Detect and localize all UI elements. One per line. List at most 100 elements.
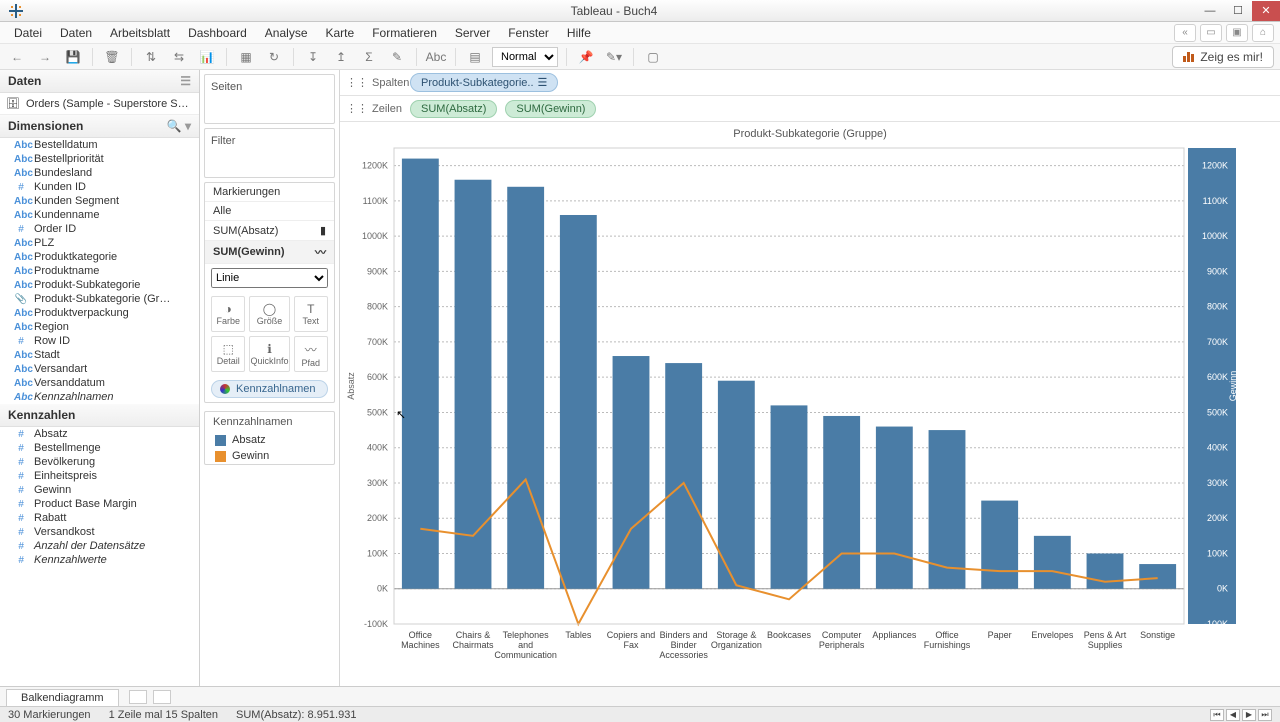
maximize-button[interactable]: ☐ [1224, 1, 1252, 21]
field-bestelldatum[interactable]: AbcBestelldatum [0, 138, 199, 152]
nav-first[interactable]: ⏮ [1210, 709, 1224, 721]
field-produktkategorie[interactable]: AbcProduktkategorie [0, 250, 199, 264]
labels-icon[interactable]: Abc [425, 47, 447, 67]
marks-all[interactable]: Alle [205, 202, 334, 221]
highlight-icon[interactable]: ✎ [386, 47, 408, 67]
fit-icon[interactable]: ▤ [464, 47, 486, 67]
format-icon[interactable]: ✎▾ [603, 47, 625, 67]
marks-measure-2[interactable]: SUM(Gewinn)〰 [205, 241, 334, 264]
mark-type-select[interactable]: Linie [211, 268, 328, 288]
data-source[interactable]: 🗄 Orders (Sample - Superstore S… [0, 93, 199, 115]
field-bestellmenge[interactable]: #Bestellmenge [0, 441, 199, 455]
field-produktname[interactable]: AbcProduktname [0, 264, 199, 278]
menu-daten[interactable]: Daten [52, 24, 100, 42]
chart[interactable]: 1200K1100K1000K900K800K700K600K500K400K3… [340, 142, 1280, 686]
field-bundesland[interactable]: AbcBundesland [0, 166, 199, 180]
mark-btn-pfad[interactable]: 〰Pfad [294, 336, 328, 372]
rows-pill-1[interactable]: SUM(Absatz) [410, 100, 497, 118]
new-dashboard-button[interactable] [153, 690, 171, 704]
toolbar-home-icon[interactable]: ⌂ [1252, 24, 1274, 42]
pages-shelf[interactable]: Seiten [204, 74, 335, 124]
field-versandkost[interactable]: #Versandkost [0, 525, 199, 539]
field-versanddatum[interactable]: AbcVersanddatum [0, 376, 199, 390]
toolbar-folder-icon[interactable]: ▣ [1226, 24, 1248, 42]
mark-btn-quickinfo[interactable]: ℹQuickInfo [249, 336, 289, 372]
save-button[interactable]: 💾 [62, 47, 84, 67]
menu-formatieren[interactable]: Formatieren [364, 24, 445, 42]
group-icon[interactable]: ▦ [235, 47, 257, 67]
field-anzahl-der-datens-tze[interactable]: #Anzahl der Datensätze [0, 539, 199, 553]
columns-shelf[interactable]: ⋮⋮Spalten Produkt-Subkategorie..☰ [340, 70, 1280, 96]
field-produkt-subkategorie[interactable]: AbcProdukt-Subkategorie [0, 278, 199, 292]
svg-text:1200K: 1200K [1202, 161, 1228, 171]
menu-analyse[interactable]: Analyse [257, 24, 316, 42]
field-plz[interactable]: AbcPLZ [0, 236, 199, 250]
field-gewinn[interactable]: #Gewinn [0, 483, 199, 497]
menu-arbeitsblatt[interactable]: Arbeitsblatt [102, 24, 178, 42]
rows-shelf[interactable]: ⋮⋮Zeilen SUM(Absatz) SUM(Gewinn) [340, 96, 1280, 122]
fit-select[interactable]: Normal [492, 47, 558, 67]
menu-dashboard[interactable]: Dashboard [180, 24, 255, 42]
pivot-icon[interactable]: ⇆ [168, 47, 190, 67]
nav-next[interactable]: ▶ [1242, 709, 1256, 721]
field-kunden-id[interactable]: #Kunden ID [0, 180, 199, 194]
filter-shelf[interactable]: Filter [204, 128, 335, 178]
field-bestellpriorit-t[interactable]: AbcBestellpriorität [0, 152, 199, 166]
field-kennzahlwerte[interactable]: #Kennzahlwerte [0, 553, 199, 567]
field-einheitspreis[interactable]: #Einheitspreis [0, 469, 199, 483]
data-pane: Daten☰ 🗄 Orders (Sample - Superstore S… … [0, 70, 200, 686]
swap-icon[interactable]: 📊 [196, 47, 218, 67]
menu-karte[interactable]: Karte [318, 24, 363, 42]
close-button[interactable]: ✕ [1252, 1, 1280, 21]
menu-datei[interactable]: Datei [6, 24, 50, 42]
field-bev-lkerung[interactable]: #Bevölkerung [0, 455, 199, 469]
app-icon [6, 1, 26, 21]
mark-btn-detail[interactable]: ⬚Detail [211, 336, 245, 372]
field-versandart[interactable]: AbcVersandart [0, 362, 199, 376]
field-rabatt[interactable]: #Rabatt [0, 511, 199, 525]
nav-last[interactable]: ⏭ [1258, 709, 1272, 721]
toolbar-expand-arrow-icon[interactable]: « [1174, 24, 1196, 42]
mark-btn-farbe[interactable]: ◑Farbe [211, 296, 245, 332]
field-produktverpackung[interactable]: AbcProduktverpackung [0, 306, 199, 320]
legend-item-gewinn[interactable]: Gewinn [205, 448, 334, 464]
status-marks: 30 Markierungen [8, 709, 91, 721]
field-stadt[interactable]: AbcStadt [0, 348, 199, 362]
sort-desc-icon[interactable]: ↥ [330, 47, 352, 67]
new-datasource-icon[interactable]: ⇅ [140, 47, 162, 67]
field-kundenname[interactable]: AbcKundenname [0, 208, 199, 222]
nav-prev[interactable]: ◀ [1226, 709, 1240, 721]
mark-btn-größe[interactable]: ◯Größe [249, 296, 289, 332]
clear-button[interactable]: 🗑 [101, 47, 123, 67]
menu-fenster[interactable]: Fenster [500, 24, 557, 42]
marks-color-pill[interactable]: Kennzahlnamen [211, 380, 328, 398]
pin-icon[interactable]: 📌 [575, 47, 597, 67]
mark-btn-text[interactable]: TText [294, 296, 328, 332]
sort-asc-icon[interactable]: ↧ [302, 47, 324, 67]
field-produkt-subkategorie-gr-[interactable]: 📎Produkt-Subkategorie (Gr… [0, 292, 199, 306]
menu-server[interactable]: Server [447, 24, 498, 42]
field-kunden-segment[interactable]: AbcKunden Segment [0, 194, 199, 208]
forward-button[interactable]: → [34, 47, 56, 67]
totals-icon[interactable]: Σ [358, 47, 380, 67]
marks-measure-1[interactable]: SUM(Absatz)▮ [205, 221, 334, 241]
minimize-button[interactable]: — [1196, 1, 1224, 21]
field-order-id[interactable]: #Order ID [0, 222, 199, 236]
menu-hilfe[interactable]: Hilfe [559, 24, 599, 42]
field-absatz[interactable]: #Absatz [0, 427, 199, 441]
new-sheet-button[interactable] [129, 690, 147, 704]
field-kennzahlnamen[interactable]: AbcKennzahlnamen [0, 390, 199, 404]
legend-item-absatz[interactable]: Absatz [205, 432, 334, 448]
field-product-base-margin[interactable]: #Product Base Margin [0, 497, 199, 511]
svg-text:-100K: -100K [364, 619, 388, 629]
refresh-icon[interactable]: ↻ [263, 47, 285, 67]
sheet-tab[interactable]: Balkendiagramm [6, 689, 119, 706]
show-me-button[interactable]: Zeig es mir! [1172, 46, 1274, 68]
columns-pill[interactable]: Produkt-Subkategorie..☰ [410, 73, 558, 92]
field-region[interactable]: AbcRegion [0, 320, 199, 334]
presentation-icon[interactable]: ▢ [642, 47, 664, 67]
field-row-id[interactable]: #Row ID [0, 334, 199, 348]
back-button[interactable]: ← [6, 47, 28, 67]
toolbar-window-icon[interactable]: ▭ [1200, 24, 1222, 42]
rows-pill-2[interactable]: SUM(Gewinn) [505, 100, 596, 118]
